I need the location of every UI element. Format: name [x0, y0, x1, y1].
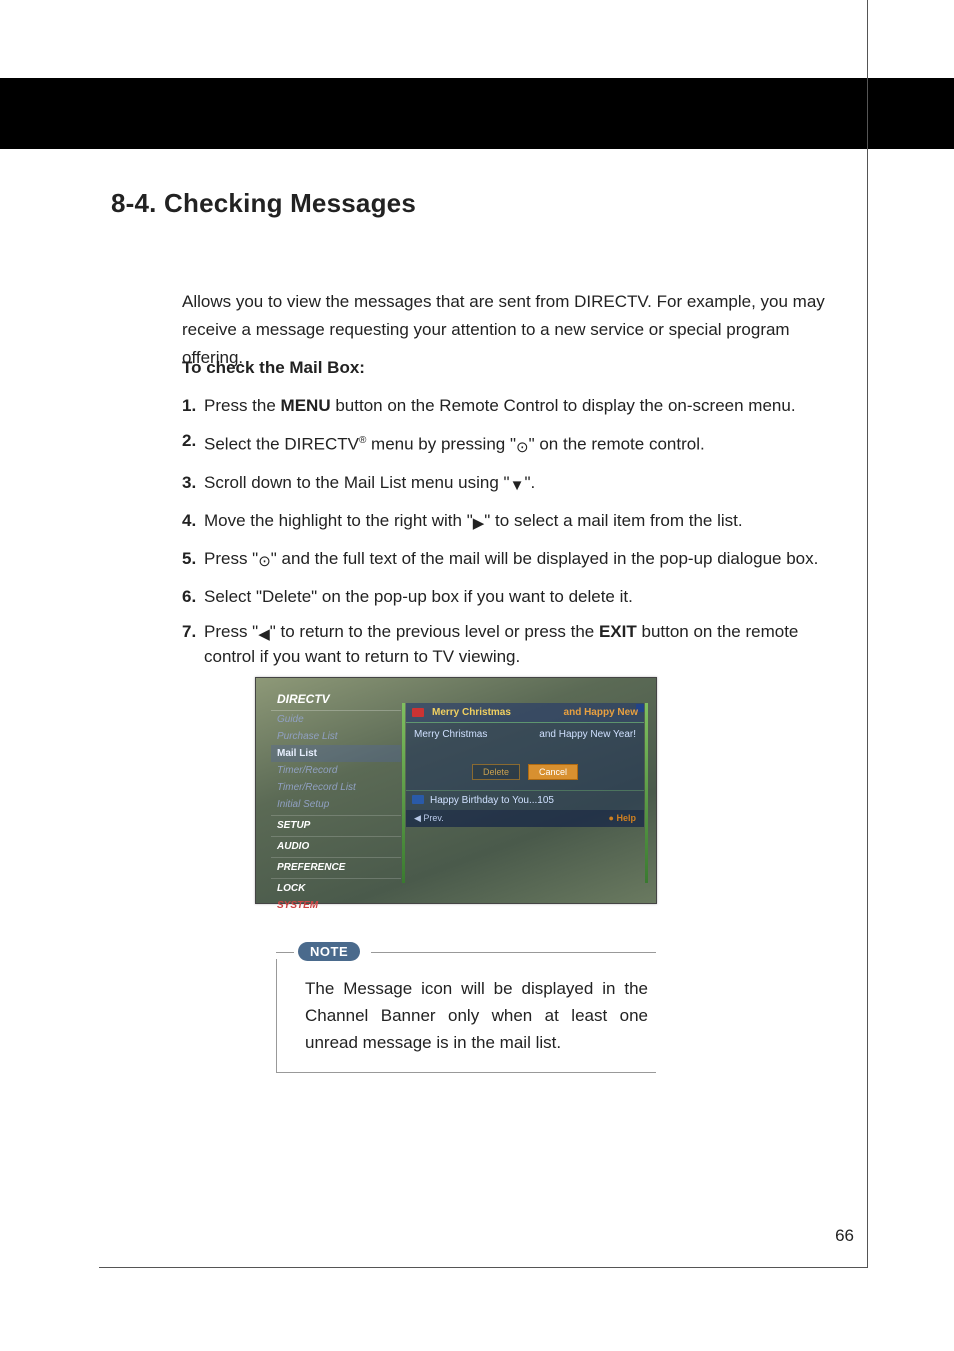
sidebar-item-timer-record: Timer/Record [271, 762, 401, 779]
divider-bar [402, 703, 405, 883]
note-rule: NOTE [276, 945, 656, 959]
sidebar-item-guide: Guide [271, 711, 401, 728]
step-7: 7. Press "◀" to return to the previous l… [182, 621, 842, 668]
page-number: 66 [835, 1226, 854, 1246]
step-number: 1. [182, 395, 204, 417]
sidebar-item-timer-record-list: Timer/Record List [271, 779, 401, 796]
step-number: 3. [182, 472, 204, 497]
footer-help: ● Help [609, 813, 636, 824]
section-title: 8-4. Checking Messages [111, 188, 416, 219]
step-number: 6. [182, 586, 204, 608]
osd-footer: ◀ Prev. ● Help [406, 810, 644, 827]
delete-button: Delete [472, 764, 520, 780]
step-text: Select the DIRECTV® menu by pressing "⊙"… [204, 430, 842, 459]
step-5: 5. Press "⊙" and the full text of the ma… [182, 548, 842, 573]
step-text: Select "Delete" on the pop-up box if you… [204, 586, 842, 608]
sidebar-item-system: SYSTEM [271, 897, 401, 914]
step-text: Move the highlight to the right with "▶"… [204, 510, 842, 535]
procedure-heading: To check the Mail Box: [182, 358, 365, 378]
sidebar-item-setup: SETUP [271, 815, 401, 834]
sidebar-item-audio: AUDIO [271, 836, 401, 855]
mail-unread-icon [412, 708, 424, 717]
tv-screenshot: DIRECTV Guide Purchase List Mail List Ti… [255, 677, 657, 904]
down-arrow-icon: ▼ [510, 475, 525, 497]
mail-subject-cont: and Happy New [564, 707, 638, 718]
mail-body-text-b: and Happy New Year! [539, 729, 636, 740]
note-body: The Message icon will be displayed in th… [276, 959, 656, 1073]
step-text: Scroll down to the Mail List menu using … [204, 472, 842, 497]
step-text: Press the MENU button on the Remote Cont… [204, 395, 842, 417]
osd-brand: DIRECTV [271, 688, 401, 711]
step-text: Press "⊙" and the full text of the mail … [204, 548, 842, 573]
mail-read-icon [412, 795, 424, 804]
right-arrow-icon: ▶ [473, 513, 485, 535]
step-6: 6. Select "Delete" on the pop-up box if … [182, 586, 842, 608]
osd-mail-panel: Merry Christmas and Happy New Merry Chri… [406, 703, 644, 827]
step-number: 5. [182, 548, 204, 573]
sidebar-item-purchase-list: Purchase List [271, 728, 401, 745]
footer-prev: ◀ Prev. [414, 813, 444, 824]
step-3: 3. Scroll down to the Mail List menu usi… [182, 472, 842, 497]
step-number: 7. [182, 621, 204, 668]
select-icon: ⊙ [516, 437, 529, 459]
mail-list-item-2: Happy Birthday to You...105 [406, 790, 644, 810]
select-icon: ⊙ [258, 551, 271, 573]
sidebar-item-preference: PREFERENCE [271, 857, 401, 876]
osd-sidebar: DIRECTV Guide Purchase List Mail List Ti… [271, 688, 401, 914]
step-2: 2. Select the DIRECTV® menu by pressing … [182, 430, 842, 459]
note-label: NOTE [298, 942, 360, 961]
step-number: 2. [182, 430, 204, 459]
left-arrow-icon: ◀ [258, 624, 270, 646]
step-1: 1. Press the MENU button on the Remote C… [182, 395, 842, 417]
sidebar-item-initial-setup: Initial Setup [271, 796, 401, 813]
mail-button-row: Delete Cancel [406, 764, 644, 780]
mail-body: Merry Christmas and Happy New Year! Dele… [406, 723, 644, 790]
mail-body-text-a: Merry Christmas [414, 729, 487, 740]
mail-subject: Merry Christmas [432, 707, 511, 718]
cancel-button: Cancel [528, 764, 578, 780]
step-4: 4. Move the highlight to the right with … [182, 510, 842, 535]
sidebar-item-mail-list: Mail List [271, 745, 401, 762]
note-box: NOTE The Message icon will be displayed … [276, 945, 656, 1073]
procedure-steps: 1. Press the MENU button on the Remote C… [182, 395, 842, 681]
mail-header: Merry Christmas and Happy New [406, 703, 644, 723]
step-number: 4. [182, 510, 204, 535]
scrollbar [645, 703, 648, 883]
sidebar-item-lock: LOCK [271, 878, 401, 897]
step-text: Press "◀" to return to the previous leve… [204, 621, 842, 668]
mail2-text: Happy Birthday to You...105 [430, 795, 554, 806]
